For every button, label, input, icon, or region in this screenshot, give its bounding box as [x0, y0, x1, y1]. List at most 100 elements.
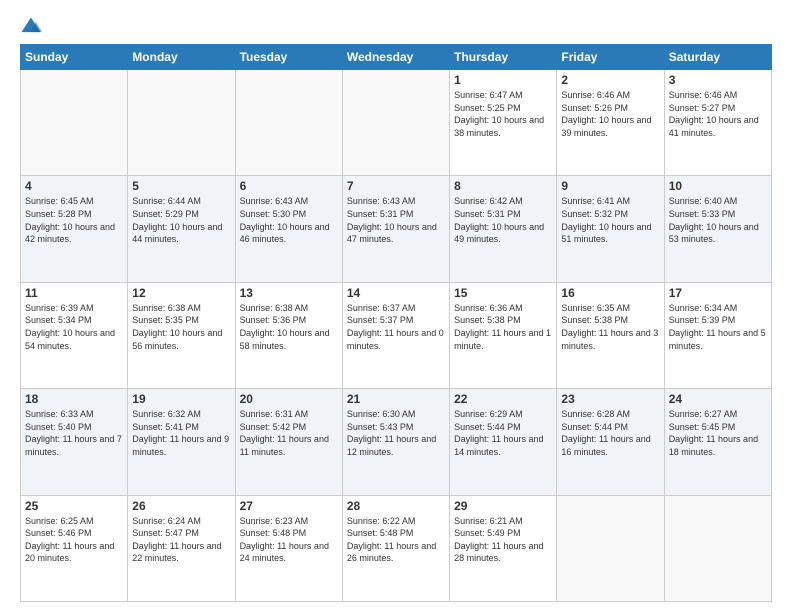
table-row: 25Sunrise: 6:25 AM Sunset: 5:46 PM Dayli… [21, 495, 128, 601]
day-info: Sunrise: 6:24 AM Sunset: 5:47 PM Dayligh… [132, 515, 230, 565]
day-number: 8 [454, 179, 552, 193]
day-info: Sunrise: 6:21 AM Sunset: 5:49 PM Dayligh… [454, 515, 552, 565]
logo-icon [20, 16, 42, 38]
day-info: Sunrise: 6:31 AM Sunset: 5:42 PM Dayligh… [240, 408, 338, 458]
table-row: 5 Sunrise: 6:44 AM Sunset: 5:29 PM Daylig… [128, 176, 235, 282]
calendar-week-row: 25Sunrise: 6:25 AM Sunset: 5:46 PM Dayli… [21, 495, 772, 601]
page: Sunday Monday Tuesday Wednesday Thursday… [0, 0, 792, 612]
day-number: 18 [25, 392, 123, 406]
day-number: 27 [240, 499, 338, 513]
day-number: 11 [25, 286, 123, 300]
day-info: Sunrise: 6:30 AM Sunset: 5:43 PM Dayligh… [347, 408, 445, 458]
day-info: Sunrise: 6:46 AM Sunset: 5:26 PM Dayligh… [561, 89, 659, 139]
header-tuesday: Tuesday [235, 45, 342, 70]
day-info: Sunrise: 6:34 AM Sunset: 5:39 PM Dayligh… [669, 302, 767, 352]
table-row: 3 Sunrise: 6:46 AM Sunset: 5:27 PM Daylig… [664, 70, 771, 176]
day-info: Sunrise: 6:42 AM Sunset: 5:31 PM Dayligh… [454, 195, 552, 245]
day-number: 4 [25, 179, 123, 193]
table-row: 6 Sunrise: 6:43 AM Sunset: 5:30 PM Daylig… [235, 176, 342, 282]
day-number: 29 [454, 499, 552, 513]
table-row: 17 Sunrise: 6:34 AM Sunset: 5:39 PM Dayli… [664, 282, 771, 388]
table-row: 22Sunrise: 6:29 AM Sunset: 5:44 PM Dayli… [450, 389, 557, 495]
day-number: 28 [347, 499, 445, 513]
table-row: 9 Sunrise: 6:41 AM Sunset: 5:32 PM Daylig… [557, 176, 664, 282]
table-row: 24 Sunrise: 6:27 AM Sunset: 5:45 PM Dayli… [664, 389, 771, 495]
day-number: 6 [240, 179, 338, 193]
day-info: Sunrise: 6:23 AM Sunset: 5:48 PM Dayligh… [240, 515, 338, 565]
header [20, 16, 772, 38]
day-info: Sunrise: 6:38 AM Sunset: 5:35 PM Dayligh… [132, 302, 230, 352]
day-number: 24 [669, 392, 767, 406]
table-row: 14Sunrise: 6:37 AM Sunset: 5:37 PM Dayli… [342, 282, 449, 388]
day-info: Sunrise: 6:47 AM Sunset: 5:25 PM Dayligh… [454, 89, 552, 139]
table-row [235, 70, 342, 176]
day-number: 17 [669, 286, 767, 300]
day-number: 10 [669, 179, 767, 193]
header-monday: Monday [128, 45, 235, 70]
day-info: Sunrise: 6:39 AM Sunset: 5:34 PM Dayligh… [25, 302, 123, 352]
day-number: 2 [561, 73, 659, 87]
day-info: Sunrise: 6:45 AM Sunset: 5:28 PM Dayligh… [25, 195, 123, 245]
day-number: 1 [454, 73, 552, 87]
day-info: Sunrise: 6:27 AM Sunset: 5:45 PM Dayligh… [669, 408, 767, 458]
table-row: 18 Sunrise: 6:33 AM Sunset: 5:40 PM Dayli… [21, 389, 128, 495]
header-wednesday: Wednesday [342, 45, 449, 70]
day-info: Sunrise: 6:38 AM Sunset: 5:36 PM Dayligh… [240, 302, 338, 352]
day-number: 5 [132, 179, 230, 193]
day-info: Sunrise: 6:41 AM Sunset: 5:32 PM Dayligh… [561, 195, 659, 245]
day-number: 7 [347, 179, 445, 193]
table-row: 28 Sunrise: 6:22 AM Sunset: 5:48 PM Dayli… [342, 495, 449, 601]
day-number: 21 [347, 392, 445, 406]
calendar-week-row: 11 Sunrise: 6:39 AM Sunset: 5:34 PM Dayli… [21, 282, 772, 388]
day-number: 22 [454, 392, 552, 406]
day-number: 3 [669, 73, 767, 87]
calendar-header-row: Sunday Monday Tuesday Wednesday Thursday… [21, 45, 772, 70]
calendar-week-row: 18 Sunrise: 6:33 AM Sunset: 5:40 PM Dayli… [21, 389, 772, 495]
day-info: Sunrise: 6:25 AM Sunset: 5:46 PM Dayligh… [25, 515, 123, 565]
table-row: 23 Sunrise: 6:28 AM Sunset: 5:44 PM Dayli… [557, 389, 664, 495]
table-row: 21 Sunrise: 6:30 AM Sunset: 5:43 PM Dayli… [342, 389, 449, 495]
day-number: 13 [240, 286, 338, 300]
table-row: 7 Sunrise: 6:43 AM Sunset: 5:31 PM Daylig… [342, 176, 449, 282]
table-row: 20 Sunrise: 6:31 AM Sunset: 5:42 PM Dayli… [235, 389, 342, 495]
table-row: 29 Sunrise: 6:21 AM Sunset: 5:49 PM Dayli… [450, 495, 557, 601]
day-info: Sunrise: 6:43 AM Sunset: 5:31 PM Dayligh… [347, 195, 445, 245]
calendar-week-row: 1 Sunrise: 6:47 AM Sunset: 5:25 PM Daylig… [21, 70, 772, 176]
table-row: 12Sunrise: 6:38 AM Sunset: 5:35 PM Dayli… [128, 282, 235, 388]
day-number: 19 [132, 392, 230, 406]
day-number: 9 [561, 179, 659, 193]
calendar: Sunday Monday Tuesday Wednesday Thursday… [20, 44, 772, 602]
table-row: 26 Sunrise: 6:24 AM Sunset: 5:47 PM Dayli… [128, 495, 235, 601]
day-info: Sunrise: 6:43 AM Sunset: 5:30 PM Dayligh… [240, 195, 338, 245]
table-row: 8 Sunrise: 6:42 AM Sunset: 5:31 PM Daylig… [450, 176, 557, 282]
day-info: Sunrise: 6:32 AM Sunset: 5:41 PM Dayligh… [132, 408, 230, 458]
header-sunday: Sunday [21, 45, 128, 70]
day-number: 23 [561, 392, 659, 406]
table-row: 15 Sunrise: 6:36 AM Sunset: 5:38 PM Dayli… [450, 282, 557, 388]
table-row [342, 70, 449, 176]
table-row [664, 495, 771, 601]
day-number: 15 [454, 286, 552, 300]
day-number: 26 [132, 499, 230, 513]
day-info: Sunrise: 6:40 AM Sunset: 5:33 PM Dayligh… [669, 195, 767, 245]
day-number: 16 [561, 286, 659, 300]
day-info: Sunrise: 6:44 AM Sunset: 5:29 PM Dayligh… [132, 195, 230, 245]
table-row: 4 Sunrise: 6:45 AM Sunset: 5:28 PM Daylig… [21, 176, 128, 282]
table-row: 10 Sunrise: 6:40 AM Sunset: 5:33 PM Dayli… [664, 176, 771, 282]
table-row: 19 Sunrise: 6:32 AM Sunset: 5:41 PM Dayli… [128, 389, 235, 495]
day-number: 20 [240, 392, 338, 406]
logo [20, 16, 46, 38]
table-row [557, 495, 664, 601]
header-saturday: Saturday [664, 45, 771, 70]
day-info: Sunrise: 6:46 AM Sunset: 5:27 PM Dayligh… [669, 89, 767, 139]
day-info: Sunrise: 6:22 AM Sunset: 5:48 PM Dayligh… [347, 515, 445, 565]
day-info: Sunrise: 6:28 AM Sunset: 5:44 PM Dayligh… [561, 408, 659, 458]
day-info: Sunrise: 6:36 AM Sunset: 5:38 PM Dayligh… [454, 302, 552, 352]
header-friday: Friday [557, 45, 664, 70]
header-thursday: Thursday [450, 45, 557, 70]
day-info: Sunrise: 6:33 AM Sunset: 5:40 PM Dayligh… [25, 408, 123, 458]
calendar-week-row: 4 Sunrise: 6:45 AM Sunset: 5:28 PM Daylig… [21, 176, 772, 282]
table-row: 11 Sunrise: 6:39 AM Sunset: 5:34 PM Dayli… [21, 282, 128, 388]
table-row: 1 Sunrise: 6:47 AM Sunset: 5:25 PM Daylig… [450, 70, 557, 176]
table-row: 13 Sunrise: 6:38 AM Sunset: 5:36 PM Dayli… [235, 282, 342, 388]
